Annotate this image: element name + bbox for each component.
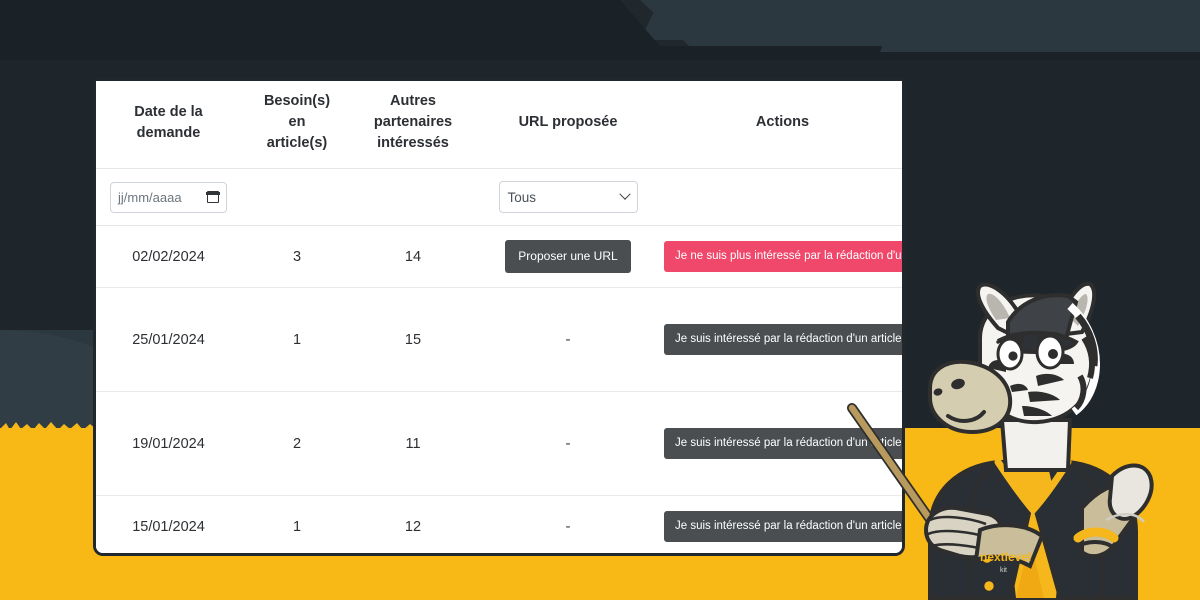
interested-button[interactable]: Je suis intéressé par la rédaction d'un … (664, 427, 902, 460)
header-line: en (288, 114, 306, 131)
filter-cell-actions (663, 168, 902, 227)
cell-date: 25/01/2024 (96, 287, 241, 393)
url-empty-value: - (565, 331, 571, 349)
calendar-icon[interactable] (206, 191, 220, 204)
cell-actions: Je suis intéressé par la rédaction d'un … (663, 391, 902, 497)
cell-partners: 14 (353, 225, 473, 289)
cell-url: Proposer une URL (473, 225, 663, 289)
url-filter-select[interactable]: Tous (498, 181, 638, 214)
cell-url: - (473, 287, 663, 393)
column-header-url: URL proposée (473, 81, 663, 170)
table-head: Date de la demande Besoin(s) en article(… (96, 81, 902, 170)
cell-date: 02/02/2024 (96, 225, 241, 289)
table-row: 02/02/2024 3 14 Proposer une URL Je ne s… (96, 225, 902, 289)
propose-url-button[interactable]: Proposer une URL (505, 240, 631, 273)
cell-actions: Je suis intéressé par la rédaction d'un … (663, 287, 902, 393)
chevron-down-icon (618, 188, 631, 200)
column-header-needs: Besoin(s) en article(s) (241, 81, 353, 170)
mascot-jacket-logo: nextlevel (980, 550, 1031, 564)
filter-section: jj/mm/aaaa Tous (96, 168, 902, 227)
cell-partners: 11 (353, 391, 473, 497)
header-line: demande (136, 124, 201, 141)
header-line: URL proposée (518, 114, 618, 131)
table-body: 02/02/2024 3 14 Proposer une URL Je ne s… (96, 225, 902, 553)
cell-partners: 15 (353, 287, 473, 393)
requests-table-card: Date de la demande Besoin(s) en article(… (93, 78, 905, 556)
mascot-jacket-sublogo: kit (1000, 567, 1007, 574)
requests-table: Date de la demande Besoin(s) en article(… (96, 81, 902, 553)
interested-button[interactable]: Je suis intéressé par la rédaction d'un … (664, 323, 902, 356)
cell-needs: 3 (241, 225, 353, 289)
table-row: 19/01/2024 2 11 - Je suis intéressé par … (96, 391, 902, 497)
date-filter-input[interactable]: jj/mm/aaaa (110, 181, 227, 213)
filter-cell-needs (241, 168, 353, 227)
url-empty-value: - (565, 435, 571, 453)
filter-cell-partners (353, 168, 473, 227)
header-line: partenaires (373, 114, 453, 131)
column-header-date: Date de la demande (96, 81, 241, 170)
header-line: Autres (390, 93, 436, 109)
not-interested-button[interactable]: Je ne suis plus intéressé par la rédacti… (664, 240, 902, 273)
app-background: Date de la demande Besoin(s) en article(… (0, 0, 1200, 600)
cell-url: - (473, 495, 663, 553)
column-header-actions: Actions (663, 81, 902, 170)
header-row: Date de la demande Besoin(s) en article(… (96, 81, 902, 170)
cell-actions: Je suis intéressé par la rédaction d'un … (663, 495, 902, 553)
cell-date: 19/01/2024 (96, 391, 241, 497)
table-row: 25/01/2024 1 15 - Je suis intéressé par … (96, 287, 902, 393)
url-filter-value: Tous (507, 189, 537, 205)
header-line: Date de la (134, 103, 203, 120)
header-line: article(s) (266, 135, 328, 152)
table-row: 15/01/2024 1 12 - Je suis intéressé par … (96, 495, 902, 553)
header-line: Besoin(s) (263, 93, 331, 109)
cell-url: - (473, 391, 663, 497)
cell-needs: 1 (241, 495, 353, 553)
cell-partners: 12 (353, 495, 473, 553)
cell-date: 15/01/2024 (96, 495, 241, 553)
date-filter-placeholder: jj/mm/aaaa (118, 189, 182, 205)
column-header-partners: Autres partenaires intéressés (353, 81, 473, 170)
header-line: intéressés (377, 135, 449, 152)
cell-needs: 1 (241, 287, 353, 393)
filter-row: jj/mm/aaaa Tous (96, 168, 902, 227)
header-line: Actions (755, 114, 810, 131)
filter-cell-date: jj/mm/aaaa (96, 168, 241, 227)
cell-actions: Je ne suis plus intéressé par la rédacti… (663, 225, 902, 289)
cell-needs: 2 (241, 391, 353, 497)
filter-cell-url: Tous (473, 168, 663, 227)
url-empty-value: - (565, 518, 571, 536)
interested-button[interactable]: Je suis intéressé par la rédaction d'un … (664, 510, 902, 543)
